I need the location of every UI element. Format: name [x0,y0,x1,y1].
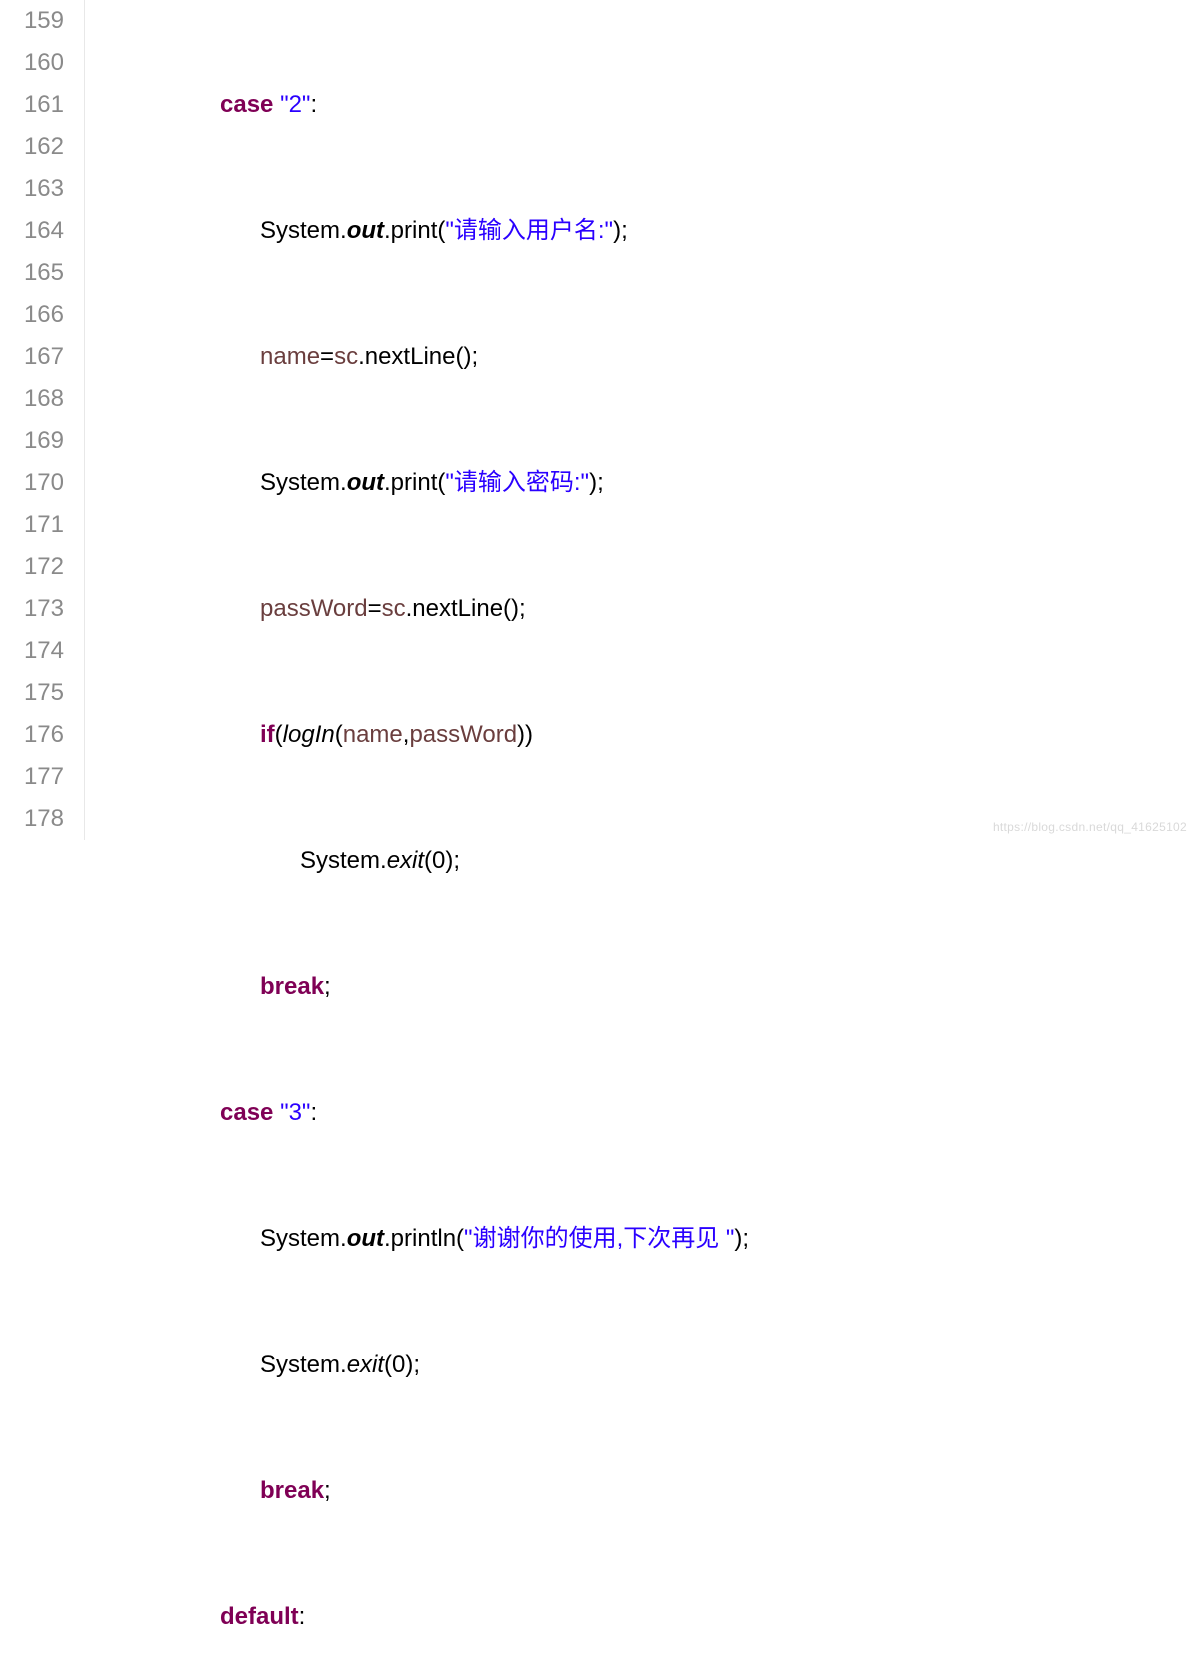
code-line[interactable]: name=sc.nextLine(); [100,336,1197,378]
code-line[interactable]: case "3": [100,1092,1197,1134]
line-number: 174 [0,630,64,672]
code-line[interactable]: passWord=sc.nextLine(); [100,588,1197,630]
keyword-case: case [220,91,273,118]
keyword-break: break [260,973,324,1000]
var-password: passWord [260,595,368,622]
line-number: 171 [0,504,64,546]
line-number: 160 [0,42,64,84]
line-number: 175 [0,672,64,714]
method-login: logIn [283,721,335,748]
line-number: 165 [0,252,64,294]
var-sc: sc [334,343,358,370]
line-number: 161 [0,84,64,126]
line-number: 163 [0,168,64,210]
code-line[interactable]: System.out.print("请输入密码:"); [100,462,1197,504]
string-literal: "谢谢你的使用,下次再见 " [464,1225,734,1252]
code-editor-area[interactable]: case "2": System.out.print("请输入用户名:"); n… [85,0,1197,840]
code-line[interactable]: System.exit(0); [100,840,1197,882]
line-number: 178 [0,798,64,840]
keyword-default: default [220,1603,299,1630]
line-number: 170 [0,462,64,504]
line-number: 169 [0,420,64,462]
var-sc: sc [382,595,406,622]
code-line[interactable]: case "2": [100,84,1197,126]
string-literal: "请输入用户名:" [445,217,613,244]
keyword-case: case [220,1099,273,1126]
line-number: 173 [0,588,64,630]
watermark-text: https://blog.csdn.net/qq_41625102 [993,820,1187,834]
keyword-if: if [260,721,275,748]
line-number: 167 [0,336,64,378]
keyword-break: break [260,1477,324,1504]
code-line[interactable]: break; [100,1470,1197,1512]
line-number: 172 [0,546,64,588]
var-name: name [260,343,320,370]
code-line[interactable]: break; [100,966,1197,1008]
field-out: out [347,1225,384,1252]
line-number: 176 [0,714,64,756]
string-literal: "请输入密码:" [445,469,589,496]
line-number: 164 [0,210,64,252]
string-literal: "3" [280,1099,310,1126]
field-out: out [347,217,384,244]
code-line[interactable]: if(logIn(name,passWord)) [100,714,1197,756]
code-line[interactable]: System.out.print("请输入用户名:"); [100,210,1197,252]
line-number: 162 [0,126,64,168]
string-literal: "2" [280,91,310,118]
code-line[interactable]: System.exit(0); [100,1344,1197,1386]
line-number: 166 [0,294,64,336]
method-exit: exit [347,1351,384,1378]
code-line[interactable]: default: [100,1596,1197,1638]
line-number: 168 [0,378,64,420]
line-number-gutter: 159 160 161 162 163 164 165 166 167 168 … [0,0,85,840]
line-number: 177 [0,756,64,798]
line-number: 159 [0,0,64,42]
code-line[interactable]: System.out.println("谢谢你的使用,下次再见 "); [100,1218,1197,1260]
method-exit: exit [387,847,424,874]
field-out: out [347,469,384,496]
